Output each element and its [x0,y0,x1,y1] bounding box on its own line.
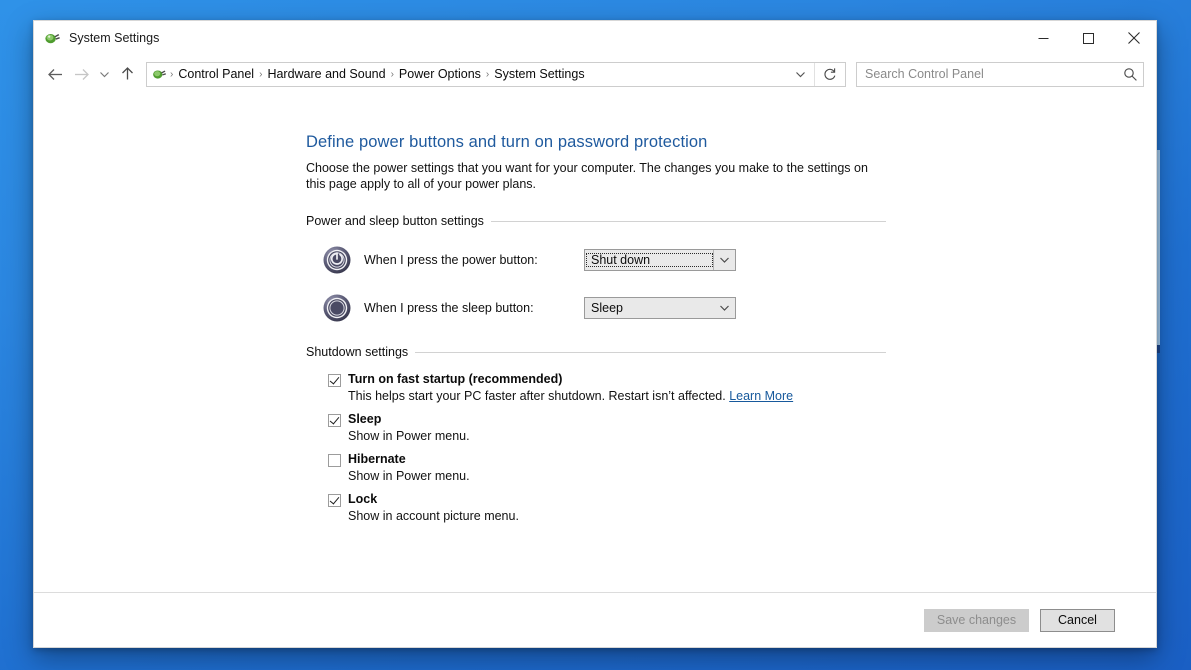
checkbox-description-sleep: Show in Power menu. [348,429,470,443]
checkbox-row-sleep: Sleep [306,412,886,427]
checkbox-row-hibernate: Hibernate [306,452,886,467]
breadcrumb-bar[interactable]: › Control Panel › Hardware and Sound › P… [146,61,846,87]
checkbox-label-fast-startup[interactable]: Turn on fast startup (recommended) [348,372,562,386]
content-area: Define power buttons and turn on passwor… [34,93,1156,592]
sleep-button-label: When I press the sleep button: [364,301,534,315]
screen-edge-artifact [1157,150,1160,345]
checkbox-description-fast-startup: This helps start your PC faster after sh… [348,389,886,403]
breadcrumb-item-control-panel[interactable]: Control Panel [174,67,258,81]
chevron-down-icon[interactable] [714,298,735,318]
page-title: Define power buttons and turn on passwor… [306,133,708,151]
power-button-label: When I press the power button: [364,253,538,267]
group-title: Shutdown settings [306,345,409,359]
sleep-button-action-select[interactable]: Sleep [584,297,736,319]
minimize-icon[interactable] [1021,21,1066,55]
power-button-action-value: Shut down [586,253,713,267]
group-title: Power and sleep button settings [306,214,484,228]
checkbox-label-sleep[interactable]: Sleep [348,412,381,426]
group-header: Power and sleep button settings [306,214,886,228]
screen-edge-artifact-dark [1157,345,1160,353]
chevron-down-icon[interactable] [713,250,735,270]
recent-locations-chevron-down-icon[interactable] [94,61,114,87]
title-bar: System Settings [34,21,1156,55]
setting-row-sleep-button: When I press the sleep button: Sleep [306,293,886,323]
maximize-icon[interactable] [1066,21,1111,55]
back-arrow-icon[interactable] [42,61,68,87]
address-dropdown-chevron-down-icon[interactable] [786,63,814,86]
group-power-and-sleep-button-settings: Power and sleep button settings When I p… [306,214,886,323]
forward-arrow-icon[interactable] [68,61,94,87]
checkbox-description-hibernate: Show in Power menu. [348,469,470,483]
checkbox-sleep[interactable] [328,414,341,427]
group-divider [490,220,886,222]
desktop-background: System Settings › Control Panel › Hardwa… [0,0,1191,670]
checkbox-label-lock[interactable]: Lock [348,492,377,506]
window-controls [1021,21,1156,55]
checkbox-description-lock: Show in account picture menu. [348,509,519,523]
breadcrumb-item-system-settings[interactable]: System Settings [490,67,588,81]
power-button-action-select[interactable]: Shut down [584,249,736,271]
settings-pane: Define power buttons and turn on passwor… [306,133,886,523]
checkbox-lock[interactable] [328,494,341,507]
window-title: System Settings [69,31,160,45]
sleep-button-action-value: Sleep [591,301,623,315]
learn-more-link[interactable]: Learn More [729,389,793,403]
breadcrumb-item-power-options[interactable]: Power Options [395,67,485,81]
save-changes-button[interactable]: Save changes [924,608,1029,632]
group-shutdown-settings: Shutdown settings Turn on fast startup (… [306,345,886,523]
breadcrumb-power-plug-icon [151,66,167,82]
cancel-button[interactable]: Cancel [1040,608,1115,632]
search-icon[interactable] [1117,67,1143,82]
title-bar-left: System Settings [34,29,159,47]
checkbox-fast-startup[interactable] [328,374,341,387]
refresh-icon[interactable] [814,62,845,86]
setting-row-power-button: When I press the power button: Shut down [306,245,886,275]
checkbox-label-hibernate[interactable]: Hibernate [348,452,406,466]
close-icon[interactable] [1111,21,1156,55]
fast-startup-description-text: This helps start your PC faster after sh… [348,389,726,403]
power-button-icon [322,245,352,275]
breadcrumb-item-hardware-and-sound[interactable]: Hardware and Sound [263,67,389,81]
group-divider [415,351,886,353]
search-input[interactable] [857,67,1117,81]
power-plug-icon [43,29,61,47]
checkbox-row-lock: Lock [306,492,886,507]
checkbox-hibernate[interactable] [328,454,341,467]
page-description: Choose the power settings that you want … [306,161,868,191]
group-header: Shutdown settings [306,345,886,359]
system-settings-window: System Settings › Control Panel › Hardwa… [33,20,1157,648]
checkbox-row-fast-startup: Turn on fast startup (recommended) [306,372,886,387]
address-bar: › Control Panel › Hardware and Sound › P… [34,55,1156,93]
up-arrow-icon[interactable] [114,61,140,87]
footer-bar: Save changes Cancel [34,592,1156,647]
sleep-button-icon [322,293,352,323]
search-box[interactable] [856,61,1144,87]
